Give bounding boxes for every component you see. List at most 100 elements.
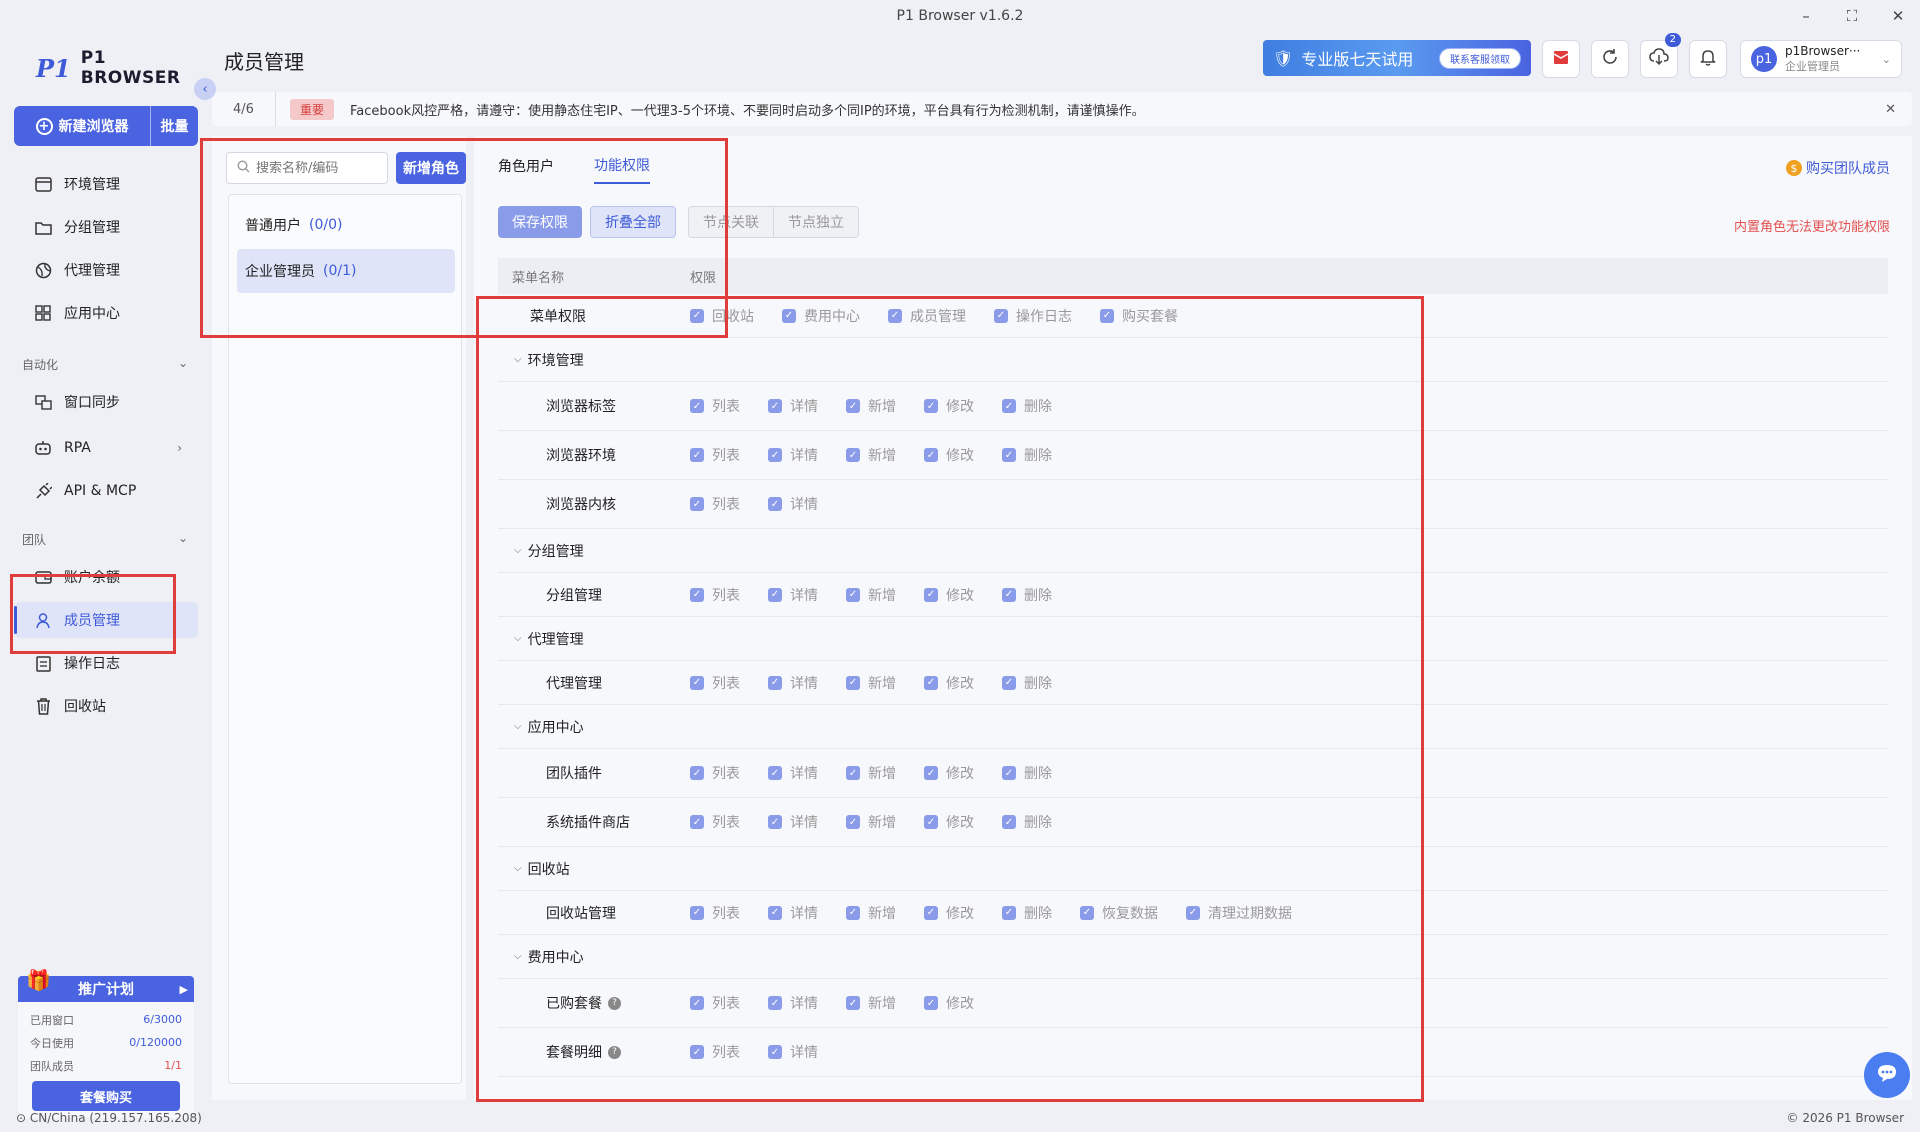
support-chat-button[interactable]: [1864, 1052, 1910, 1098]
permission-checkbox[interactable]: ✓ 列表: [690, 903, 740, 923]
notifications-button[interactable]: [1689, 40, 1727, 78]
close-icon[interactable]: ✕: [1888, 7, 1908, 25]
permission-checkbox[interactable]: ✓ 成员管理: [888, 306, 966, 326]
permission-checkbox[interactable]: ✓ 新增: [846, 812, 896, 832]
tab-role-users[interactable]: 角色用户: [498, 148, 554, 184]
permission-checkbox[interactable]: ✓ 列表: [690, 812, 740, 832]
save-permissions-button[interactable]: 保存权限: [498, 206, 582, 238]
minimize-icon[interactable]: –: [1796, 7, 1816, 25]
buy-team-link[interactable]: $ 购买团队成员: [1786, 158, 1890, 178]
permission-checkbox[interactable]: ✓ 新增: [846, 585, 896, 605]
permission-checkbox[interactable]: ✓ 恢复数据: [1080, 903, 1158, 923]
permission-checkbox[interactable]: ✓ 列表: [690, 1042, 740, 1062]
notice-counter[interactable]: 4/6: [212, 92, 276, 126]
batch-button[interactable]: 批量: [150, 106, 198, 146]
permission-checkbox[interactable]: ✓ 列表: [690, 494, 740, 514]
permission-checkbox[interactable]: ✓ 详情: [768, 903, 818, 923]
help-icon[interactable]: ?: [608, 1045, 621, 1059]
table-group-row[interactable]: ⌵ 分组管理: [498, 529, 1888, 573]
node-linked-button[interactable]: 节点关联: [689, 207, 773, 237]
permission-checkbox[interactable]: ✓ 详情: [768, 445, 818, 465]
table-group-row[interactable]: ⌵ 应用中心: [498, 705, 1888, 749]
collapse-sidebar-icon[interactable]: ‹: [194, 78, 216, 100]
user-menu[interactable]: p1 p1Browser··· 企业管理员 ⌄: [1740, 40, 1902, 78]
permission-checkbox[interactable]: ✓ 详情: [768, 494, 818, 514]
search-input[interactable]: [256, 160, 376, 176]
permission-checkbox[interactable]: ✓ 费用中心: [782, 306, 860, 326]
permission-checkbox[interactable]: ✓ 删除: [1002, 396, 1052, 416]
cloud-download-button[interactable]: 2: [1640, 33, 1681, 78]
gift-box-button[interactable]: [1542, 40, 1580, 78]
permission-checkbox[interactable]: ✓ 操作日志: [994, 306, 1072, 326]
permission-checkbox[interactable]: ✓ 删除: [1002, 903, 1052, 923]
sidebar-item-recycle[interactable]: 回收站: [14, 688, 198, 724]
section-automation[interactable]: 自动化 ⌄: [22, 356, 188, 373]
permission-checkbox[interactable]: ✓ 修改: [924, 445, 974, 465]
permission-checkbox[interactable]: ✓ 详情: [768, 763, 818, 783]
sidebar-item-env[interactable]: 环境管理: [14, 166, 198, 202]
permission-checkbox[interactable]: ✓ 列表: [690, 993, 740, 1013]
permission-checkbox[interactable]: ✓ 清理过期数据: [1186, 903, 1292, 923]
contact-support-button[interactable]: 联系客服领取: [1439, 47, 1521, 69]
permission-checkbox[interactable]: ✓ 新增: [846, 903, 896, 923]
permission-checkbox[interactable]: ✓ 列表: [690, 445, 740, 465]
permission-checkbox[interactable]: ✓ 删除: [1002, 673, 1052, 693]
role-item-normal[interactable]: 普通用户 (0/0): [237, 203, 455, 247]
sidebar-item-rpa[interactable]: RPA ›: [14, 430, 198, 466]
maximize-icon[interactable]: ⛶: [1842, 7, 1862, 25]
sidebar-item-proxy[interactable]: 代理管理: [14, 252, 198, 288]
permission-checkbox[interactable]: ✓ 新增: [846, 673, 896, 693]
refresh-button[interactable]: [1591, 40, 1629, 78]
table-group-row[interactable]: ⌵ 回收站: [498, 847, 1888, 891]
close-icon[interactable]: ✕: [1885, 102, 1896, 117]
sidebar-item-window-sync[interactable]: 窗口同步: [14, 384, 198, 420]
tab-permissions[interactable]: 功能权限: [594, 148, 650, 184]
collapse-all-button[interactable]: 折叠全部: [590, 206, 676, 238]
table-group-row[interactable]: ⌵ 费用中心: [498, 935, 1888, 979]
sidebar-item-members[interactable]: 成员管理: [14, 602, 198, 638]
permission-checkbox[interactable]: ✓ 删除: [1002, 585, 1052, 605]
permission-checkbox[interactable]: ✓ 详情: [768, 812, 818, 832]
permission-checkbox[interactable]: ✓ 详情: [768, 673, 818, 693]
permission-checkbox[interactable]: ✓ 新增: [846, 993, 896, 1013]
sidebar-item-group[interactable]: 分组管理: [14, 209, 198, 245]
permission-checkbox[interactable]: ✓ 列表: [690, 396, 740, 416]
permission-checkbox[interactable]: ✓ 修改: [924, 673, 974, 693]
permission-checkbox[interactable]: ✓ 删除: [1002, 445, 1052, 465]
role-search[interactable]: [226, 152, 388, 184]
permission-checkbox[interactable]: ✓ 修改: [924, 903, 974, 923]
permission-checkbox[interactable]: ✓ 新增: [846, 763, 896, 783]
section-team[interactable]: 团队 ⌄: [22, 531, 188, 548]
permission-checkbox[interactable]: ✓ 列表: [690, 673, 740, 693]
permission-checkbox[interactable]: ✓ 修改: [924, 812, 974, 832]
help-icon[interactable]: ?: [608, 996, 621, 1010]
table-group-row[interactable]: ⌵ 环境管理: [498, 338, 1888, 382]
permission-checkbox[interactable]: ✓ 新增: [846, 396, 896, 416]
permission-checkbox[interactable]: ✓ 详情: [768, 1042, 818, 1062]
permission-checkbox[interactable]: ✓ 修改: [924, 396, 974, 416]
table-group-row[interactable]: ⌵ 代理管理: [498, 617, 1888, 661]
permission-checkbox[interactable]: ✓ 购买套餐: [1100, 306, 1178, 326]
permission-checkbox[interactable]: ✓ 列表: [690, 763, 740, 783]
sidebar-item-api[interactable]: API & MCP: [14, 473, 198, 509]
permission-checkbox[interactable]: ✓ 详情: [768, 585, 818, 605]
role-item-admin[interactable]: 企业管理员 (0/1): [237, 249, 455, 293]
permission-checkbox[interactable]: ✓ 删除: [1002, 763, 1052, 783]
permission-checkbox[interactable]: ✓ 修改: [924, 585, 974, 605]
permission-checkbox[interactable]: ✓ 详情: [768, 993, 818, 1013]
promo-header[interactable]: 🎁 推广计划 ▶: [18, 968, 194, 1002]
new-browser-button[interactable]: + 新建浏览器: [14, 116, 150, 136]
permission-checkbox[interactable]: ✓ 新增: [846, 445, 896, 465]
trial-banner[interactable]: 🛡 专业版七天试用 联系客服领取: [1263, 40, 1531, 76]
permission-checkbox[interactable]: ✓ 修改: [924, 763, 974, 783]
sidebar-item-logs[interactable]: 操作日志: [14, 645, 198, 681]
permission-checkbox[interactable]: ✓ 修改: [924, 993, 974, 1013]
permission-checkbox[interactable]: ✓ 删除: [1002, 812, 1052, 832]
sidebar-item-apps[interactable]: 应用中心: [14, 295, 198, 331]
add-role-button[interactable]: 新增角色: [396, 152, 466, 184]
permission-checkbox[interactable]: ✓ 列表: [690, 585, 740, 605]
sidebar-item-balance[interactable]: 账户余额: [14, 559, 198, 595]
node-independent-button[interactable]: 节点独立: [773, 207, 858, 237]
permission-checkbox[interactable]: ✓ 详情: [768, 396, 818, 416]
permission-checkbox[interactable]: ✓ 回收站: [690, 306, 754, 326]
